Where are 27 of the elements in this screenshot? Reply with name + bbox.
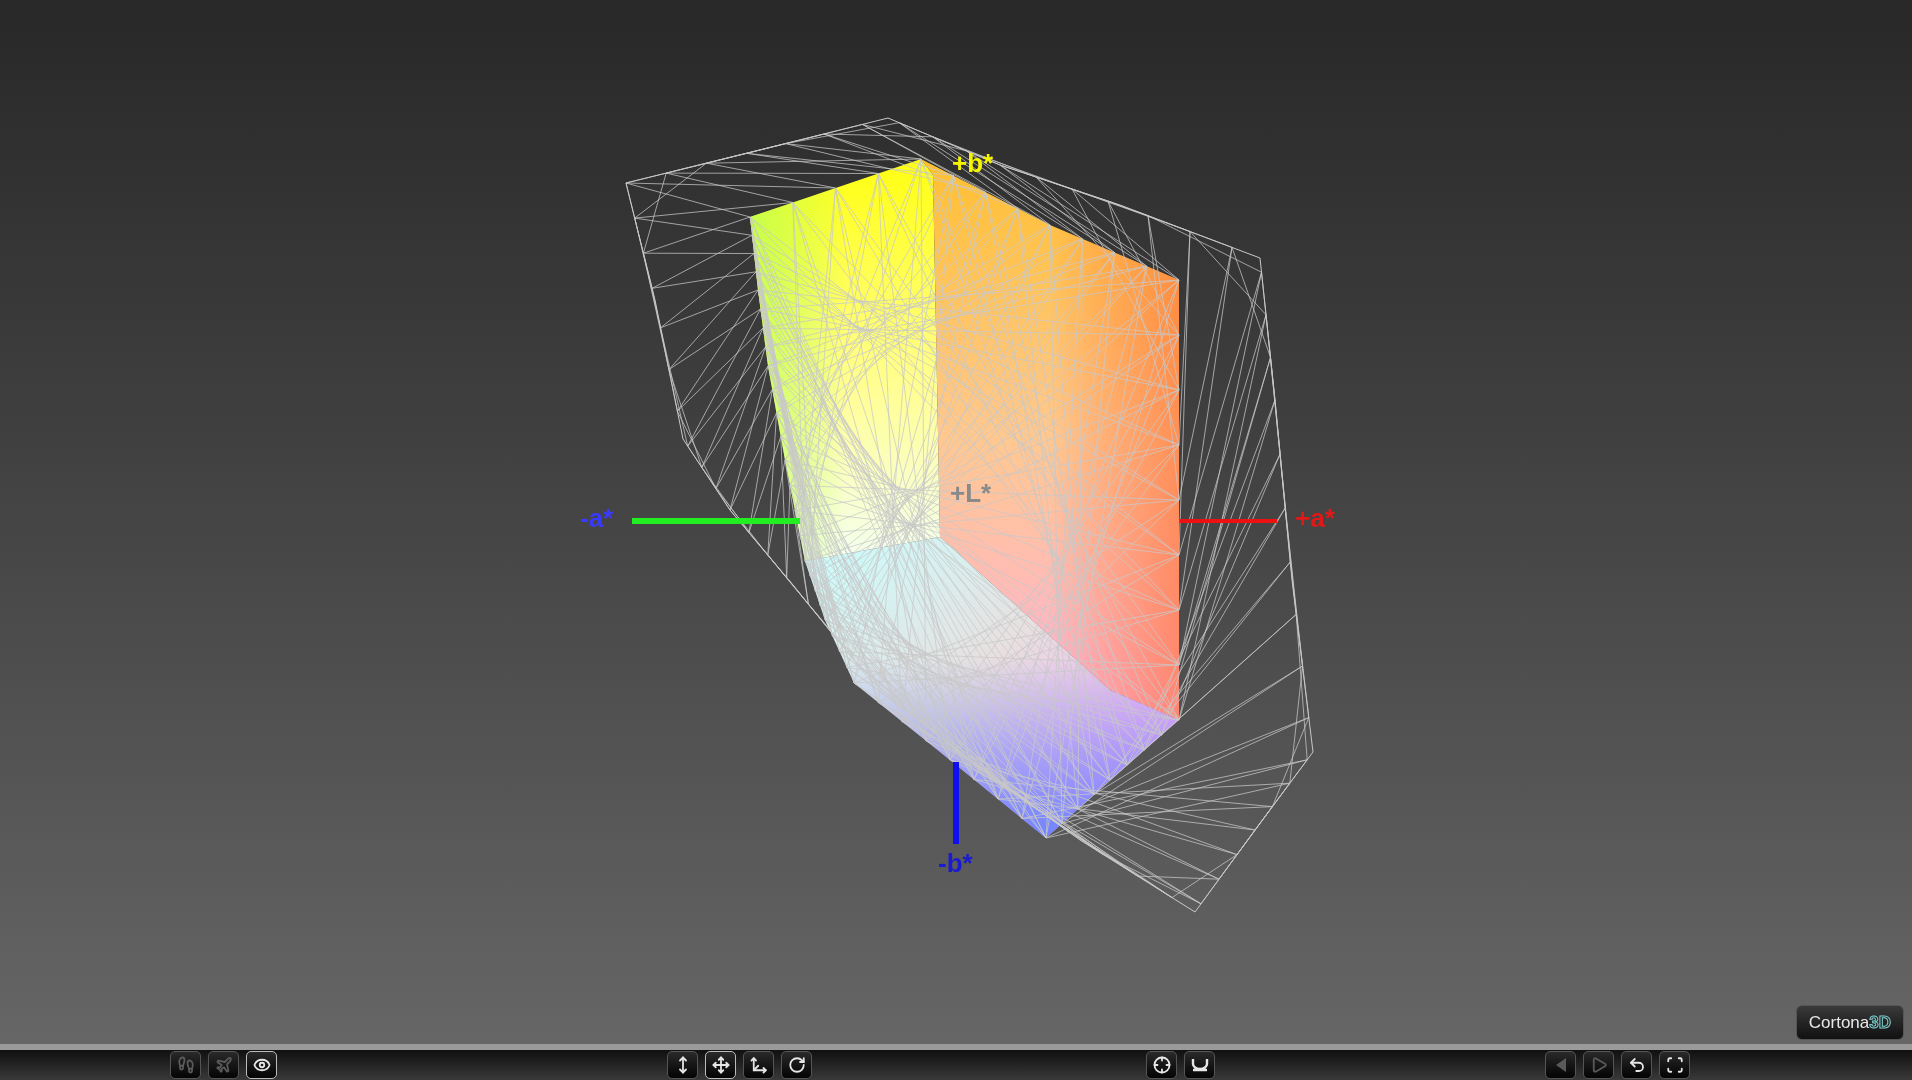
toolbar-button[interactable] — [743, 1051, 774, 1079]
undo-icon — [1627, 1056, 1646, 1074]
logo-name: Cortona — [1808, 1011, 1870, 1034]
arrows-icon — [749, 1056, 768, 1074]
logo-suffix: 3D — [1869, 1011, 1891, 1034]
crosshair-icon — [1152, 1056, 1171, 1074]
toolbar-button[interactable] — [1146, 1051, 1177, 1079]
toolbar-button[interactable] — [246, 1051, 277, 1079]
plane-icon — [214, 1056, 233, 1074]
tray-icon — [1190, 1058, 1209, 1072]
eye-icon — [252, 1056, 271, 1074]
axis-label: +b* — [952, 150, 994, 176]
toolbar-button[interactable] — [705, 1051, 736, 1079]
footprints-icon — [176, 1056, 195, 1074]
axis-label: -b* — [938, 850, 973, 876]
toolbar-button[interactable] — [1621, 1051, 1652, 1079]
frame-icon — [1665, 1056, 1684, 1074]
axis-label: +a* — [1295, 505, 1335, 531]
toolbar-button[interactable] — [1184, 1051, 1215, 1079]
toolbar-button[interactable] — [1659, 1051, 1690, 1079]
axis-label: +L* — [950, 480, 992, 506]
axis-label: -a* — [580, 505, 614, 531]
3d-viewport[interactable]: +b* -a* +L* +a* -b* Cortona3D — [0, 0, 1912, 1044]
toolbar-button[interactable] — [781, 1051, 812, 1079]
move-icon — [711, 1056, 730, 1074]
rotate-icon — [787, 1056, 806, 1074]
toolbar-button[interactable] — [667, 1051, 698, 1079]
